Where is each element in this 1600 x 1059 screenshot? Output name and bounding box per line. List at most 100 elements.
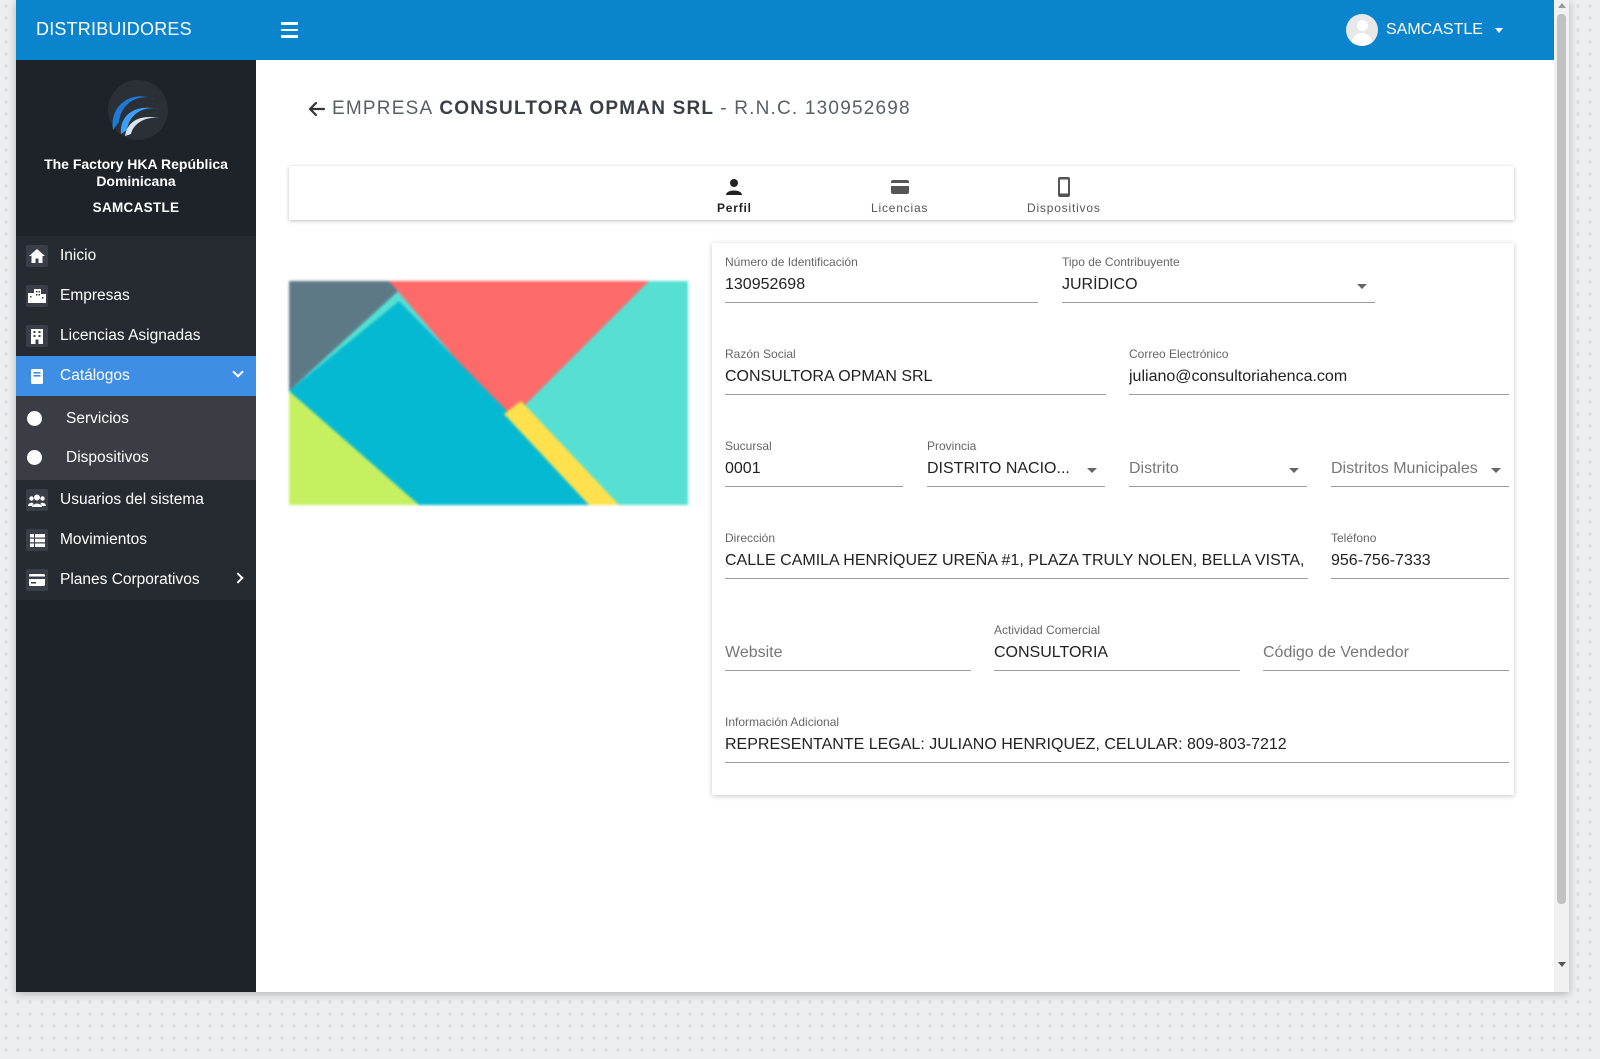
field-placeholder: Distrito [1129, 460, 1179, 477]
sidebar-company-name: The Factory HKA República Dominicana [44, 156, 228, 189]
scroll-down-icon[interactable] [1558, 962, 1566, 967]
back-arrow-icon[interactable] [306, 98, 328, 120]
municipal-district-select[interactable]: Distritos Municipales [1331, 427, 1509, 487]
field-value: 0001 [725, 460, 761, 477]
website-field[interactable]: Website [725, 611, 971, 671]
sidebar-item-inicio[interactable]: Inicio [16, 236, 256, 276]
user-name: SAMCASTLE [1386, 21, 1483, 38]
commercial-activity-field[interactable]: Actividad Comercial CONSULTORIA [994, 611, 1240, 671]
phone-icon [1057, 177, 1070, 197]
circle-icon [27, 411, 42, 426]
book-icon [26, 365, 48, 387]
field-value: 130952698 [725, 276, 806, 293]
company-profile-form: Número de Identificación 130952698 Tipo … [712, 243, 1514, 795]
additional-info-field[interactable]: Información Adicional REPRESENTANTE LEGA… [725, 703, 1509, 763]
sidebar-user-name: SAMCASTLE [92, 200, 180, 215]
province-select[interactable]: Provincia DISTRITO NACIO... [927, 427, 1105, 487]
sidebar-subitem-label: Dispositivos [66, 448, 149, 466]
caret-down-icon [1087, 468, 1097, 473]
caret-down-icon [1491, 468, 1501, 473]
address-field[interactable]: Dirección CALLE CAMILA HENRÍQUEZ UREÑA #… [725, 519, 1308, 579]
field-placeholder: Website [725, 644, 783, 661]
sidebar-item-label: Inicio [60, 247, 97, 264]
app-window: DISTRIBUIDORES SAMCASTLE The Factory HKA… [16, 0, 1569, 992]
sidebar-subitem-label: Servicios [66, 409, 129, 427]
tab-label: Licencias [871, 201, 929, 215]
tab-perfil[interactable]: Perfil [717, 176, 752, 215]
page-title-prefix: EMPRESA [332, 98, 434, 119]
sidebar-nav: Inicio Empresas Licencias Asignadas Catá… [16, 236, 256, 600]
field-label: Correo Electrónico [1129, 347, 1229, 361]
sidebar-item-label: Movimientos [60, 531, 147, 548]
avatar [1346, 14, 1378, 46]
vertical-scrollbar[interactable] [1554, 0, 1569, 992]
users-icon [26, 489, 48, 511]
seller-code-field[interactable]: Código de Vendedor [1263, 611, 1509, 671]
credit-card-icon [890, 180, 909, 194]
identification-number-field[interactable]: Número de Identificación 130952698 [725, 243, 1038, 303]
sidebar: The Factory HKA República Dominicana SAM… [16, 60, 256, 992]
sidebar-item-movimientos[interactable]: Movimientos [16, 520, 256, 560]
branch-field[interactable]: Sucursal 0001 [725, 427, 903, 487]
field-label: Actividad Comercial [994, 623, 1101, 637]
email-field[interactable]: Correo Electrónico juliano@consultoriahe… [1129, 335, 1509, 395]
chevron-down-icon [232, 366, 244, 378]
page-title-rnc: - R.N.C. 130952698 [720, 98, 911, 119]
sidebar-item-empresas[interactable]: Empresas [16, 276, 256, 316]
field-label: Teléfono [1331, 531, 1377, 545]
field-value: DISTRITO NACIO... [927, 460, 1070, 477]
field-label: Número de Identificación [725, 255, 858, 269]
list-icon [26, 529, 48, 551]
field-label: Sucursal [725, 439, 772, 453]
sidebar-item-catalogos[interactable]: Catálogos [16, 356, 256, 396]
sidebar-item-planes[interactable]: Planes Corporativos [16, 560, 256, 600]
sidebar-subitem-dispositivos[interactable]: Dispositivos [16, 438, 256, 477]
sidebar-header: The Factory HKA República Dominicana SAM… [16, 60, 256, 236]
tab-licencias[interactable]: Licencias [871, 176, 928, 215]
field-value: CALLE CAMILA HENRÍQUEZ UREÑA #1, PLAZA T… [725, 552, 1308, 569]
tab-dispositivos[interactable]: Dispositivos [1027, 176, 1101, 215]
business-name-field[interactable]: Razón Social CONSULTORA OPMAN SRL [725, 335, 1106, 395]
main-content: EMPRESA CONSULTORA OPMAN SRL - R.N.C. 13… [256, 60, 1542, 992]
hamburger-icon [281, 22, 298, 25]
credit-card-icon [26, 569, 48, 591]
caret-down-icon [1357, 284, 1367, 289]
building-icon [26, 325, 48, 347]
phone-field[interactable]: Teléfono 956-756-7333 [1331, 519, 1509, 579]
user-menu[interactable]: SAMCASTLE [1346, 13, 1503, 47]
scrollbar-thumb[interactable] [1557, 14, 1566, 904]
sidebar-subitem-servicios[interactable]: Servicios [16, 399, 256, 438]
scroll-up-icon[interactable] [1558, 3, 1566, 8]
field-value: CONSULTORA OPMAN SRL [725, 368, 933, 385]
tab-label: Perfil [717, 201, 752, 215]
catalogos-submenu: Servicios Dispositivos [16, 396, 256, 480]
sidebar-item-usuarios[interactable]: Usuarios del sistema [16, 480, 256, 520]
caret-down-icon [1494, 27, 1503, 33]
company-banner-image [289, 281, 688, 505]
field-value: 956-756-7333 [1331, 552, 1431, 569]
circle-icon [27, 450, 42, 465]
sidebar-item-licencias[interactable]: Licencias Asignadas [16, 316, 256, 356]
sidebar-item-label: Licencias Asignadas [60, 327, 201, 344]
menu-toggle-button[interactable] [278, 18, 302, 42]
field-label: Razón Social [725, 347, 796, 361]
field-value: JURÍDICO [1062, 276, 1138, 293]
field-label: Información Adicional [725, 715, 840, 729]
field-placeholder: Código de Vendedor [1263, 644, 1409, 661]
page-title: EMPRESA CONSULTORA OPMAN SRL - R.N.C. 13… [306, 98, 911, 120]
top-bar: DISTRIBUIDORES SAMCASTLE [16, 0, 1569, 60]
field-value: CONSULTORIA [994, 644, 1109, 661]
sidebar-item-label: Empresas [60, 287, 130, 304]
home-icon [26, 245, 48, 267]
tab-label: Dispositivos [1027, 201, 1101, 215]
sidebar-item-label: Usuarios del sistema [60, 491, 204, 508]
sidebar-item-label: Catálogos [60, 367, 130, 384]
field-placeholder: Distritos Municipales [1331, 460, 1478, 477]
district-select[interactable]: Distrito [1129, 427, 1307, 487]
caret-down-icon [1289, 468, 1299, 473]
field-value: juliano@consultoriahenca.com [1129, 368, 1348, 385]
brand-title: DISTRIBUIDORES [36, 19, 192, 39]
field-label: Dirección [725, 531, 776, 545]
buildings-icon [26, 285, 48, 307]
contributor-type-select[interactable]: Tipo de Contribuyente JURÍDICO [1062, 243, 1375, 303]
